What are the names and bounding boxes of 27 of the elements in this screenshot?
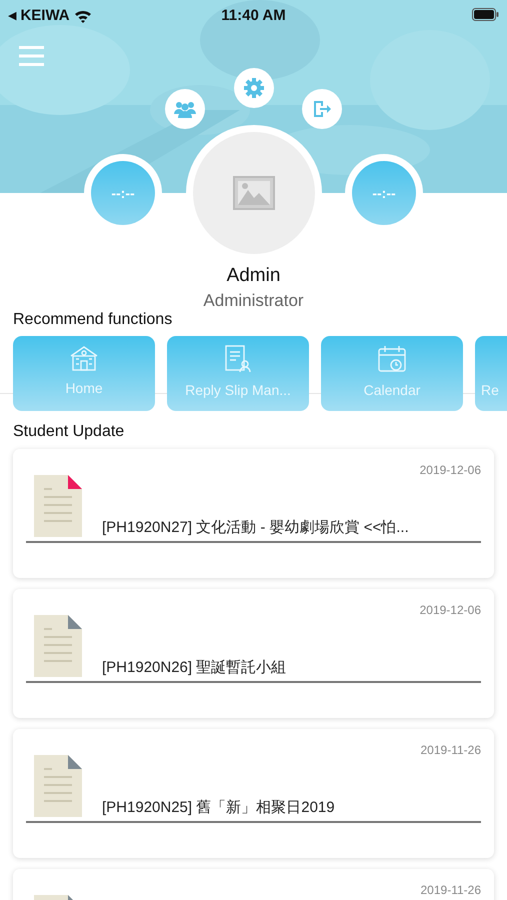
section-title: Recommend functions bbox=[13, 311, 172, 328]
battery-icon bbox=[472, 8, 499, 21]
update-card[interactable]: 2019-12-06 [PH1920N27] 文化活動 - 嬰幼劇場欣賞 <<怕... bbox=[13, 449, 494, 578]
update-date: 2019-11-26 bbox=[420, 742, 481, 759]
school-icon bbox=[69, 344, 99, 372]
carrier-name: KEIWA bbox=[20, 6, 70, 26]
section-title: Student Update bbox=[13, 423, 124, 440]
calendar-icon bbox=[377, 344, 407, 374]
document-icon bbox=[223, 344, 253, 374]
update-title: [PH1920N26] 聖誕暫託小組 bbox=[102, 658, 286, 678]
user-role: Administrator bbox=[203, 291, 304, 310]
update-date: 2019-12-06 bbox=[420, 462, 481, 479]
menu-icon[interactable] bbox=[19, 44, 44, 66]
update-card[interactable]: 2019-11-26 [PH1920N25] 舊「新」相聚日2019 bbox=[13, 729, 494, 858]
update-card[interactable]: 2019-11-26 bbox=[13, 869, 494, 900]
image-icon bbox=[233, 176, 275, 210]
back-arrow[interactable]: ◀ bbox=[8, 8, 16, 24]
wifi-icon bbox=[74, 9, 92, 24]
update-card[interactable]: 2019-12-06 [PH1920N26] 聖誕暫託小組 bbox=[13, 589, 494, 718]
update-title: [PH1920N27] 文化活動 - 嬰幼劇場欣賞 <<怕... bbox=[102, 518, 409, 538]
time-circle: --:-- bbox=[352, 161, 416, 225]
clock-time: 11:40 AM bbox=[221, 6, 286, 26]
update-date: 2019-12-06 bbox=[420, 602, 481, 619]
update-date: 2019-11-26 bbox=[420, 882, 481, 899]
user-name: Admin bbox=[226, 265, 280, 286]
time-circle: --:-- bbox=[91, 161, 155, 225]
update-title: [PH1920N25] 舊「新」相聚日2019 bbox=[102, 798, 335, 818]
